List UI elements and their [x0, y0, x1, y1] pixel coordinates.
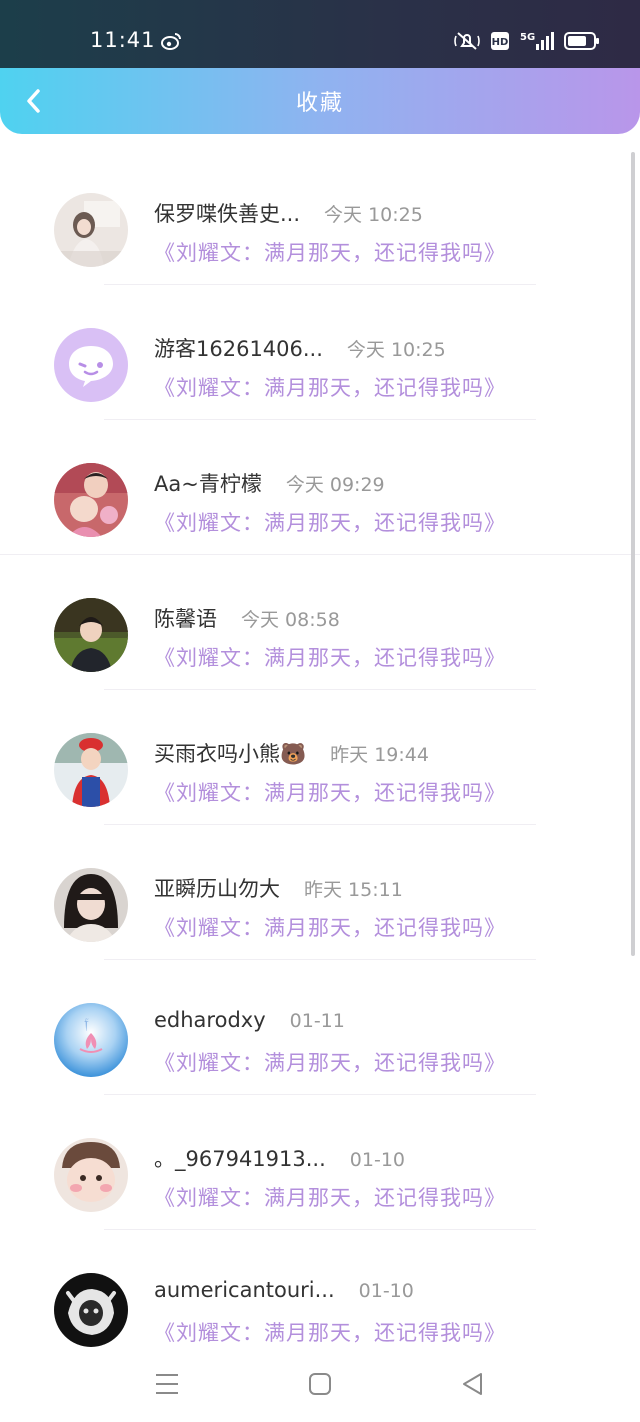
timestamp: 昨天 15:11: [304, 879, 403, 901]
list-item[interactable]: 游客16261406... 今天 10:25 《刘耀文：满月那天，还记得我吗》: [0, 285, 640, 420]
timestamp: 今天 08:58: [241, 609, 340, 631]
home-button[interactable]: [304, 1368, 336, 1400]
list-item[interactable]: aumericantouri... 01-10 《刘耀文：满月那天，还记得我吗》: [0, 1230, 640, 1350]
weibo-icon: [160, 32, 182, 50]
article-link[interactable]: 《刘耀文：满月那天，还记得我吗》: [154, 912, 506, 942]
scrollbar[interactable]: [631, 152, 635, 956]
menu-icon: [156, 1374, 178, 1394]
mute-icon: [454, 30, 480, 52]
timestamp: 01-10: [358, 1280, 414, 1302]
username-text: 亚瞬历山勿大: [154, 877, 280, 901]
svg-text:𝔣: 𝔣: [84, 1014, 89, 1033]
favorites-list[interactable]: 保罗喋佚善史... 今天 10:25 《刘耀文：满月那天，还记得我吗》 游客162…: [0, 150, 640, 1350]
article-link[interactable]: 《刘耀文：满月那天，还记得我吗》: [154, 507, 506, 537]
avatar[interactable]: [54, 733, 128, 807]
article-link[interactable]: 《刘耀文：满月那天，还记得我吗》: [154, 372, 506, 402]
menu-button[interactable]: [151, 1368, 183, 1400]
header-bar: 收藏: [0, 68, 640, 134]
status-bar: 11:41 HD 5G: [0, 0, 640, 68]
article-link[interactable]: 《刘耀文：满月那天，还记得我吗》: [154, 1182, 506, 1212]
avatar[interactable]: [54, 193, 128, 267]
list-item[interactable]: 。_967941913... 01-10 《刘耀文：满月那天，还记得我吗》: [0, 1095, 640, 1230]
username-text: 。_967941913...: [154, 1147, 326, 1171]
hd-label: HD: [492, 37, 509, 48]
avatar[interactable]: [54, 598, 128, 672]
home-icon: [309, 1373, 331, 1395]
timestamp: 今天 09:29: [285, 474, 385, 496]
username: 游客16261406... 今天 10:25: [154, 333, 446, 363]
list-item[interactable]: 陈馨语 今天 08:58 《刘耀文：满月那天，还记得我吗》: [0, 555, 640, 690]
username-text: 陈馨语: [154, 607, 217, 631]
article-link[interactable]: 《刘耀文：满月那天，还记得我吗》: [154, 1047, 506, 1077]
list-item[interactable]: 买雨衣吗小熊🐻 昨天 19:44 《刘耀文：满月那天，还记得我吗》: [0, 690, 640, 825]
network-label: 5G: [520, 32, 535, 43]
username: Aa~青柠檬 今天 09:29: [154, 468, 385, 498]
username-text: 游客16261406...: [154, 337, 323, 361]
page-title: 收藏: [295, 91, 344, 116]
timestamp: 今天 10:25: [324, 204, 423, 226]
timestamp: 今天 10:25: [346, 339, 446, 361]
article-link[interactable]: 《刘耀文：满月那天，还记得我吗》: [154, 1317, 506, 1347]
username: edharodxy 01-11: [154, 1008, 345, 1032]
back-nav-button[interactable]: [456, 1368, 488, 1400]
list-item[interactable]: 𝔣 edharodxy 01-11 《刘耀文：满月那天，还记得我吗》: [0, 960, 640, 1095]
avatar[interactable]: [54, 868, 128, 942]
username-text: 买雨衣吗小熊🐻: [154, 742, 307, 766]
username: 保罗喋佚善史... 今天 10:25: [154, 198, 423, 228]
hd-icon: HD: [490, 31, 510, 51]
timestamp: 昨天 19:44: [330, 744, 429, 766]
username-text: 保罗喋佚善史...: [154, 202, 301, 226]
5g-signal-icon: 5G: [520, 30, 554, 52]
avatar[interactable]: [54, 463, 128, 537]
list-item[interactable]: 保罗喋佚善史... 今天 10:25 《刘耀文：满月那天，还记得我吗》: [0, 150, 640, 285]
username: 买雨衣吗小熊🐻 昨天 19:44: [154, 738, 429, 768]
username: 陈馨语 今天 08:58: [154, 603, 340, 633]
battery-icon: [564, 31, 600, 51]
status-icons: HD 5G: [454, 30, 600, 52]
username: 亚瞬历山勿大 昨天 15:11: [154, 873, 403, 903]
back-icon: [463, 1373, 482, 1395]
article-link[interactable]: 《刘耀文：满月那天，还记得我吗》: [154, 237, 506, 267]
article-link[interactable]: 《刘耀文：满月那天，还记得我吗》: [154, 642, 506, 672]
timestamp: 01-10: [349, 1149, 405, 1171]
username: aumericantouri... 01-10: [154, 1278, 414, 1302]
article-link[interactable]: 《刘耀文：满月那天，还记得我吗》: [154, 777, 506, 807]
avatar[interactable]: 𝔣: [54, 1003, 128, 1077]
status-time: 11:41: [90, 28, 156, 52]
avatar[interactable]: [54, 1138, 128, 1212]
username: 。_967941913... 01-10: [154, 1143, 405, 1173]
timestamp: 01-11: [289, 1010, 345, 1032]
system-nav-bar: [0, 1350, 640, 1422]
username-text: edharodxy: [154, 1008, 266, 1032]
username-text: Aa~青柠檬: [154, 472, 262, 496]
avatar[interactable]: [54, 1273, 128, 1347]
username-text: aumericantouri...: [154, 1278, 335, 1302]
list-item[interactable]: Aa~青柠檬 今天 09:29 《刘耀文：满月那天，还记得我吗》: [0, 420, 640, 555]
list-item[interactable]: 亚瞬历山勿大 昨天 15:11 《刘耀文：满月那天，还记得我吗》: [0, 825, 640, 960]
avatar[interactable]: [54, 328, 128, 402]
